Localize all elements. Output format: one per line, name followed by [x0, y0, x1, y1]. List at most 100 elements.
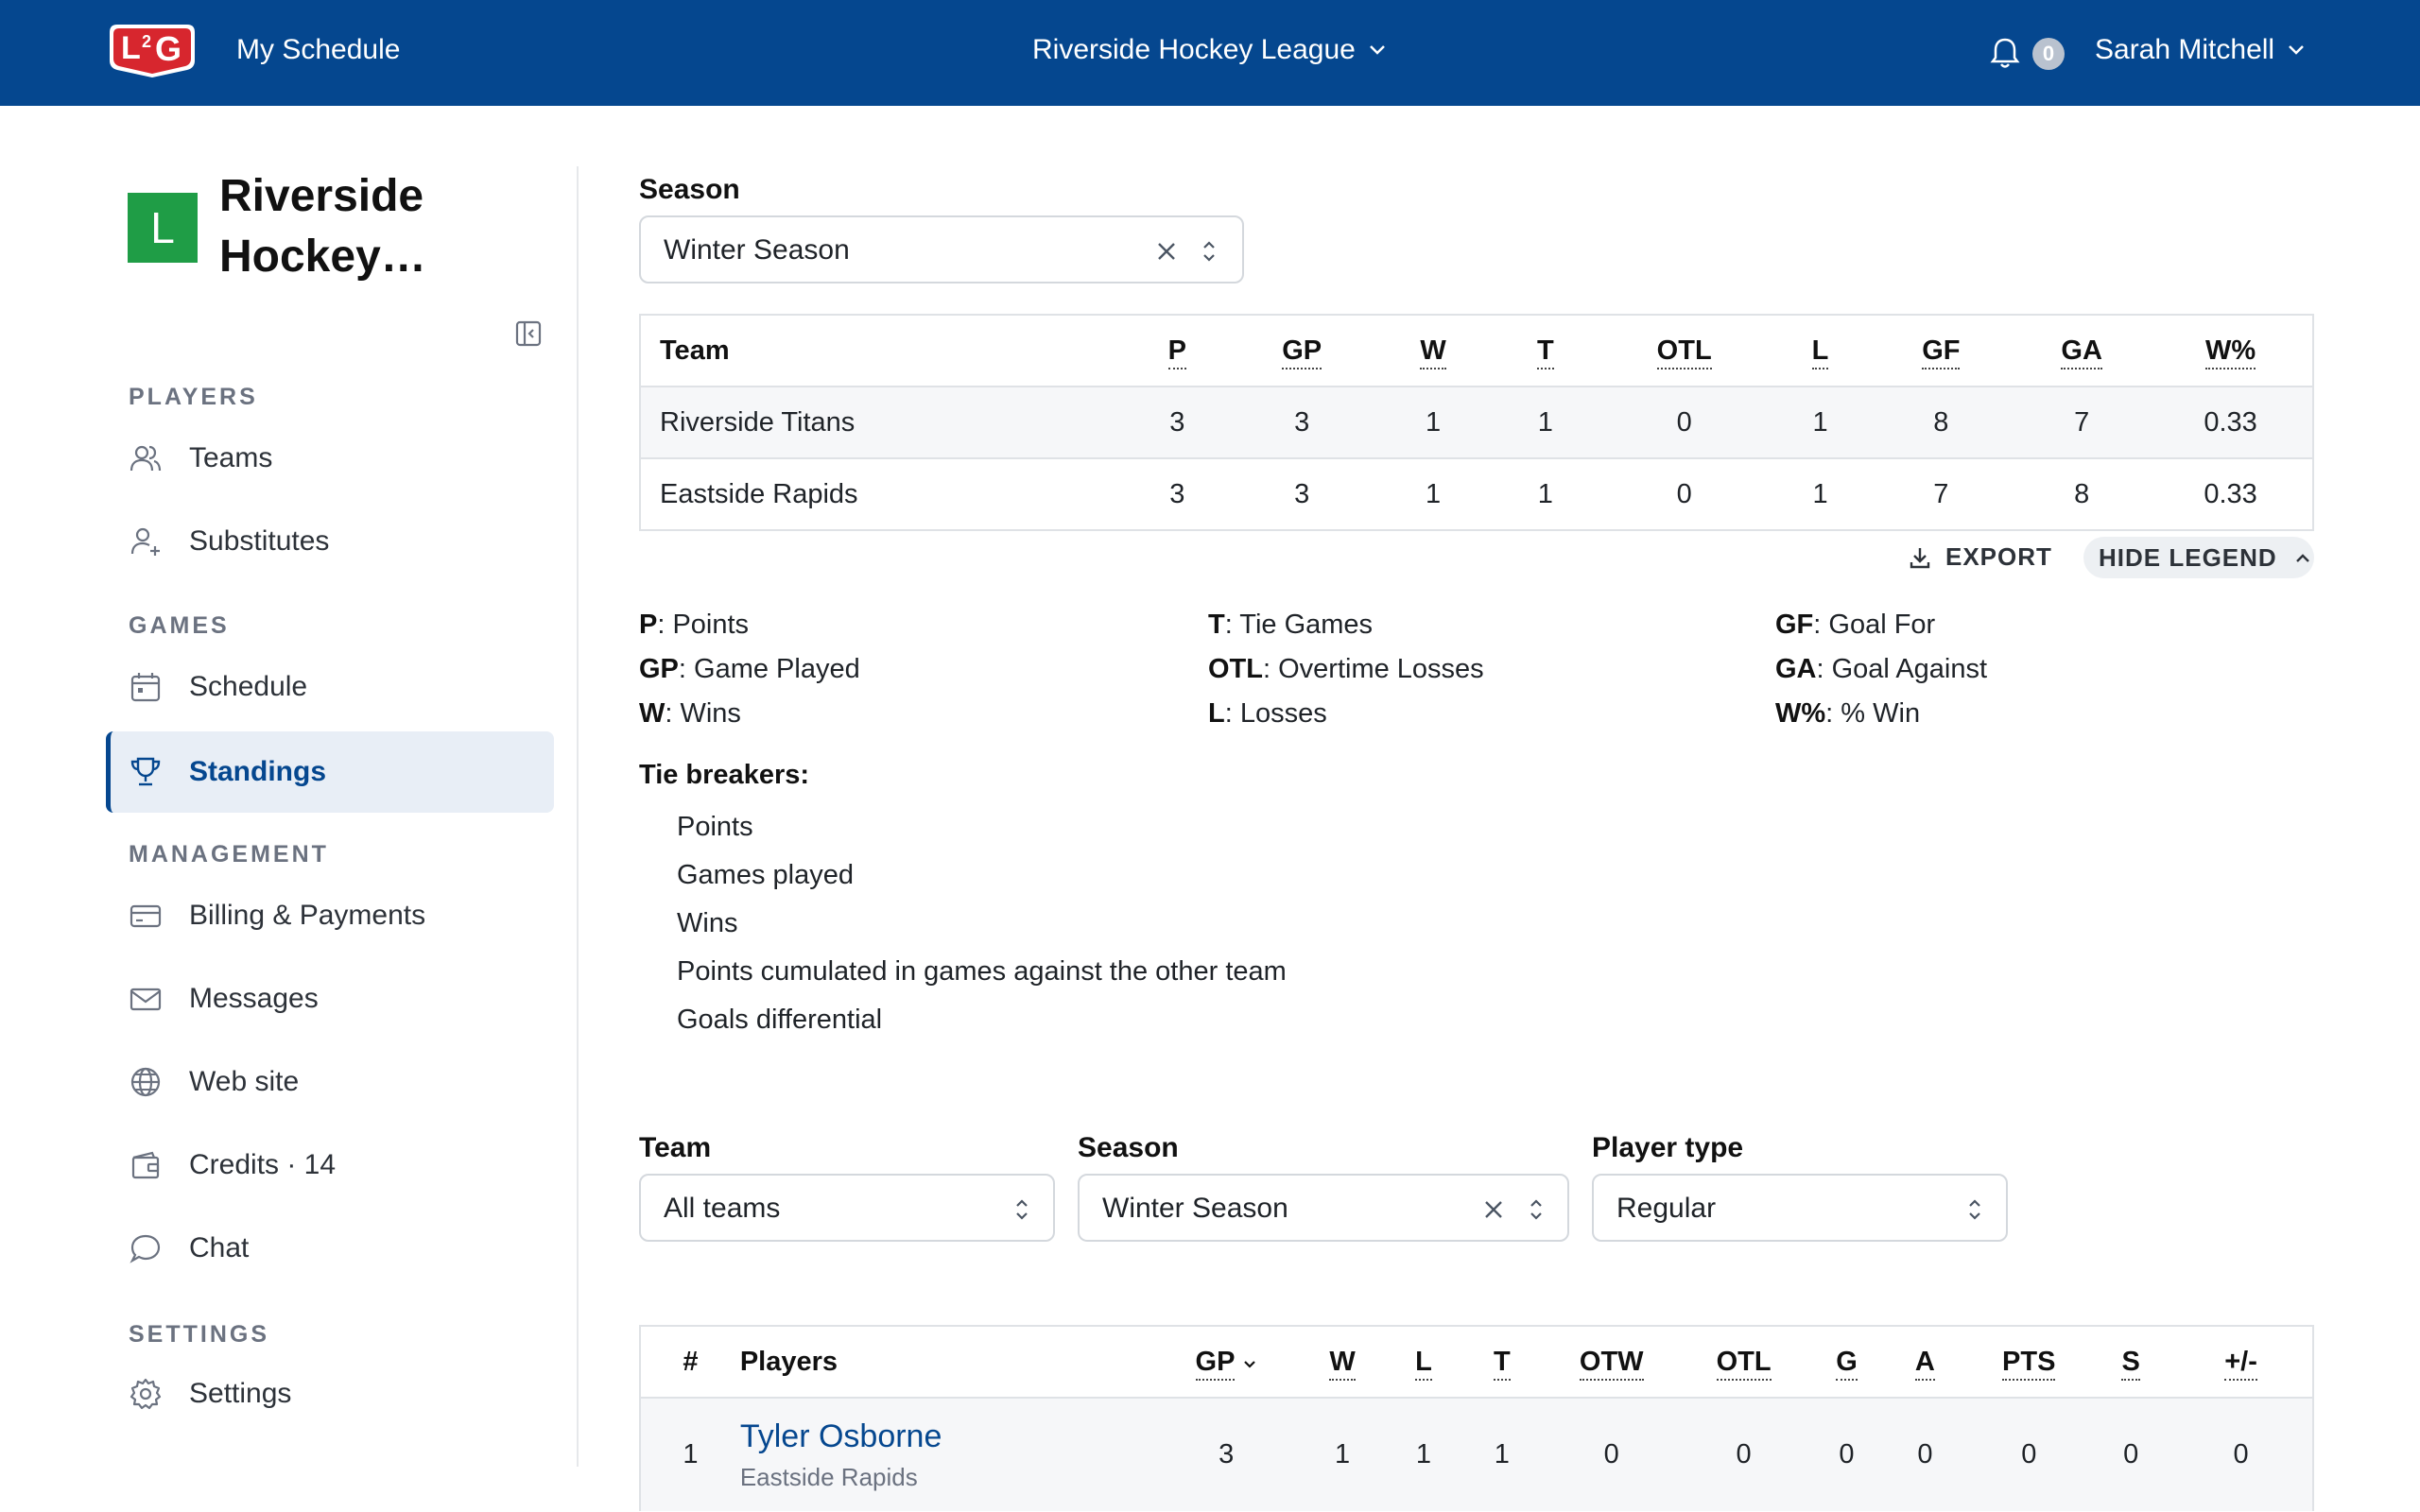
player-type-label: Player type	[1592, 1132, 1744, 1163]
user-menu[interactable]: Sarah Mitchell	[2095, 34, 2305, 66]
table-row[interactable]: 1 Tyler Osborne Eastside Rapids 3 1 1 1 …	[640, 1398, 2313, 1511]
team-name-cell: Eastside Rapids	[660, 478, 858, 509]
table-cell: 0	[2169, 1398, 2313, 1511]
column-header-pts[interactable]: PTS	[1965, 1326, 2093, 1399]
column-header-s[interactable]: S	[2092, 1326, 2170, 1399]
table-cell: 1	[1425, 478, 1442, 509]
chat-bubble-icon	[130, 1234, 161, 1263]
table-cell: 3	[1169, 478, 1185, 509]
column-header-g[interactable]: G	[1808, 1326, 1885, 1399]
player-season-select[interactable]: Winter Season	[1078, 1174, 1569, 1242]
table-cell: 0	[1678, 1398, 1809, 1511]
clear-icon[interactable]	[1480, 1196, 1507, 1223]
standings-header-row: Team P GP W T OTL L GF GA W%	[640, 315, 2313, 387]
column-header-label: L	[1811, 335, 1829, 369]
column-header-label: OTL	[1716, 1346, 1772, 1381]
clear-icon[interactable]	[1153, 238, 1180, 265]
chevron-down-icon	[2289, 45, 2304, 55]
legend-column: GF: Goal For GA: Goal Against W%: % Win	[1775, 603, 1987, 736]
team-filter-label: Team	[639, 1132, 712, 1163]
column-header-rank: #	[640, 1326, 740, 1399]
bell-icon[interactable]	[1989, 36, 2021, 70]
legend-abbr: GF	[1775, 610, 1814, 640]
nav-section-settings: SETTINGS	[129, 1321, 270, 1348]
legend-abbr: T	[1208, 610, 1225, 640]
list-item: Points	[677, 812, 753, 842]
column-header-w[interactable]: W	[1371, 315, 1495, 387]
column-header-label: G	[1836, 1346, 1858, 1381]
league-switcher[interactable]: Riverside Hockey League	[1032, 34, 1386, 66]
credit-card-icon	[130, 904, 162, 928]
sidebar-item-schedule[interactable]: Schedule	[106, 646, 554, 728]
column-header-l[interactable]: L	[1772, 315, 1868, 387]
column-header-l[interactable]: L	[1388, 1326, 1460, 1399]
sidebar-item-chat[interactable]: Chat	[106, 1208, 554, 1289]
column-header-a[interactable]: A	[1884, 1326, 1966, 1399]
table-row[interactable]: Eastside Rapids 3 3 1 1 0 1 7 8 0.33	[640, 458, 2313, 530]
legend-entry: W: Wins	[639, 692, 860, 736]
column-header-otl[interactable]: OTL	[1595, 315, 1773, 387]
chevron-up-icon	[2295, 554, 2309, 562]
sidebar: L Riverside Hockey… PLAYERS Teams Substi…	[0, 106, 579, 1467]
legend-abbr: W%	[1775, 698, 1826, 729]
trophy-icon	[130, 757, 161, 786]
table-cell: 1	[1537, 478, 1553, 509]
table-cell: 0.33	[2149, 387, 2313, 459]
org-avatar: L	[128, 193, 198, 263]
collapse-sidebar-icon[interactable]	[514, 319, 543, 348]
league-name: Riverside Hockey League	[1032, 34, 1356, 65]
export-button[interactable]: EXPORT	[1908, 542, 2052, 572]
sidebar-item-billing[interactable]: Billing & Payments	[106, 875, 554, 956]
sidebar-item-settings[interactable]: Settings	[106, 1353, 554, 1435]
players-table: # Players GP W L T OTW OTL G A PTS S +/-…	[639, 1325, 2314, 1511]
team-filter-select[interactable]: All teams	[639, 1174, 1055, 1242]
column-header-w[interactable]: W	[1297, 1326, 1389, 1399]
column-header-label: W	[1420, 335, 1446, 369]
column-header-label: L	[1415, 1346, 1432, 1381]
user-plus-icon	[130, 527, 160, 556]
column-header-p[interactable]: P	[1121, 315, 1234, 387]
sidebar-item-website[interactable]: Web site	[106, 1041, 554, 1123]
hide-legend-button[interactable]: HIDE LEGEND	[2083, 537, 2314, 578]
season-label: Season	[639, 174, 740, 205]
column-header-gf[interactable]: GF	[1867, 315, 2015, 387]
season-select[interactable]: Winter Season	[639, 215, 1244, 284]
column-header-t[interactable]: T	[1495, 315, 1596, 387]
column-header-gp[interactable]: GP	[1233, 315, 1372, 387]
column-header-label: PTS	[2002, 1346, 2056, 1381]
table-cell: 0	[1965, 1398, 2093, 1511]
sidebar-item-substitutes[interactable]: Substitutes	[106, 501, 554, 582]
legend-abbr: GP	[639, 654, 679, 684]
legend-column: T: Tie Games OTL: Overtime Losses L: Los…	[1208, 603, 1484, 736]
legend-abbr: L	[1208, 698, 1225, 729]
sidebar-item-messages[interactable]: Messages	[106, 958, 554, 1040]
sidebar-item-label: Web site	[189, 1066, 300, 1097]
column-header-gp[interactable]: GP	[1155, 1326, 1298, 1399]
column-header-plus-minus[interactable]: +/-	[2169, 1326, 2313, 1399]
legend-abbr: P	[639, 610, 658, 640]
legend-entry: T: Tie Games	[1208, 603, 1484, 647]
league-logo-icon[interactable]: L 2 G	[106, 19, 199, 81]
season-select-value: Winter Season	[664, 234, 850, 266]
column-header-label: OTW	[1579, 1346, 1644, 1381]
column-header-win-pct[interactable]: W%	[2149, 315, 2313, 387]
table-cell: 0.33	[2204, 478, 2257, 509]
sidebar-item-teams[interactable]: Teams	[106, 418, 554, 499]
sidebar-item-credits[interactable]: Credits · 14	[106, 1125, 554, 1206]
legend-entry: L: Losses	[1208, 692, 1484, 736]
player-type-select[interactable]: Regular	[1592, 1174, 2008, 1242]
legend-desc: : Goal Against	[1816, 654, 1988, 684]
column-header-otl[interactable]: OTL	[1678, 1326, 1809, 1399]
column-header-otw[interactable]: OTW	[1544, 1326, 1679, 1399]
sidebar-item-label: Chat	[189, 1232, 250, 1263]
my-schedule-link[interactable]: My Schedule	[236, 34, 400, 66]
hide-legend-label: HIDE LEGEND	[2099, 542, 2277, 572]
table-row[interactable]: Riverside Titans 3 3 1 1 0 1 8 7 0.33	[640, 387, 2313, 459]
table-cell: 3	[1294, 478, 1310, 509]
table-cell: 1	[1772, 387, 1868, 459]
column-header-ga[interactable]: GA	[2014, 315, 2150, 387]
player-name-link[interactable]: Tyler Osborne	[740, 1418, 1156, 1455]
sidebar-item-standings[interactable]: Standings	[106, 731, 554, 813]
column-header-players: Players	[739, 1326, 1156, 1399]
column-header-t[interactable]: T	[1459, 1326, 1545, 1399]
